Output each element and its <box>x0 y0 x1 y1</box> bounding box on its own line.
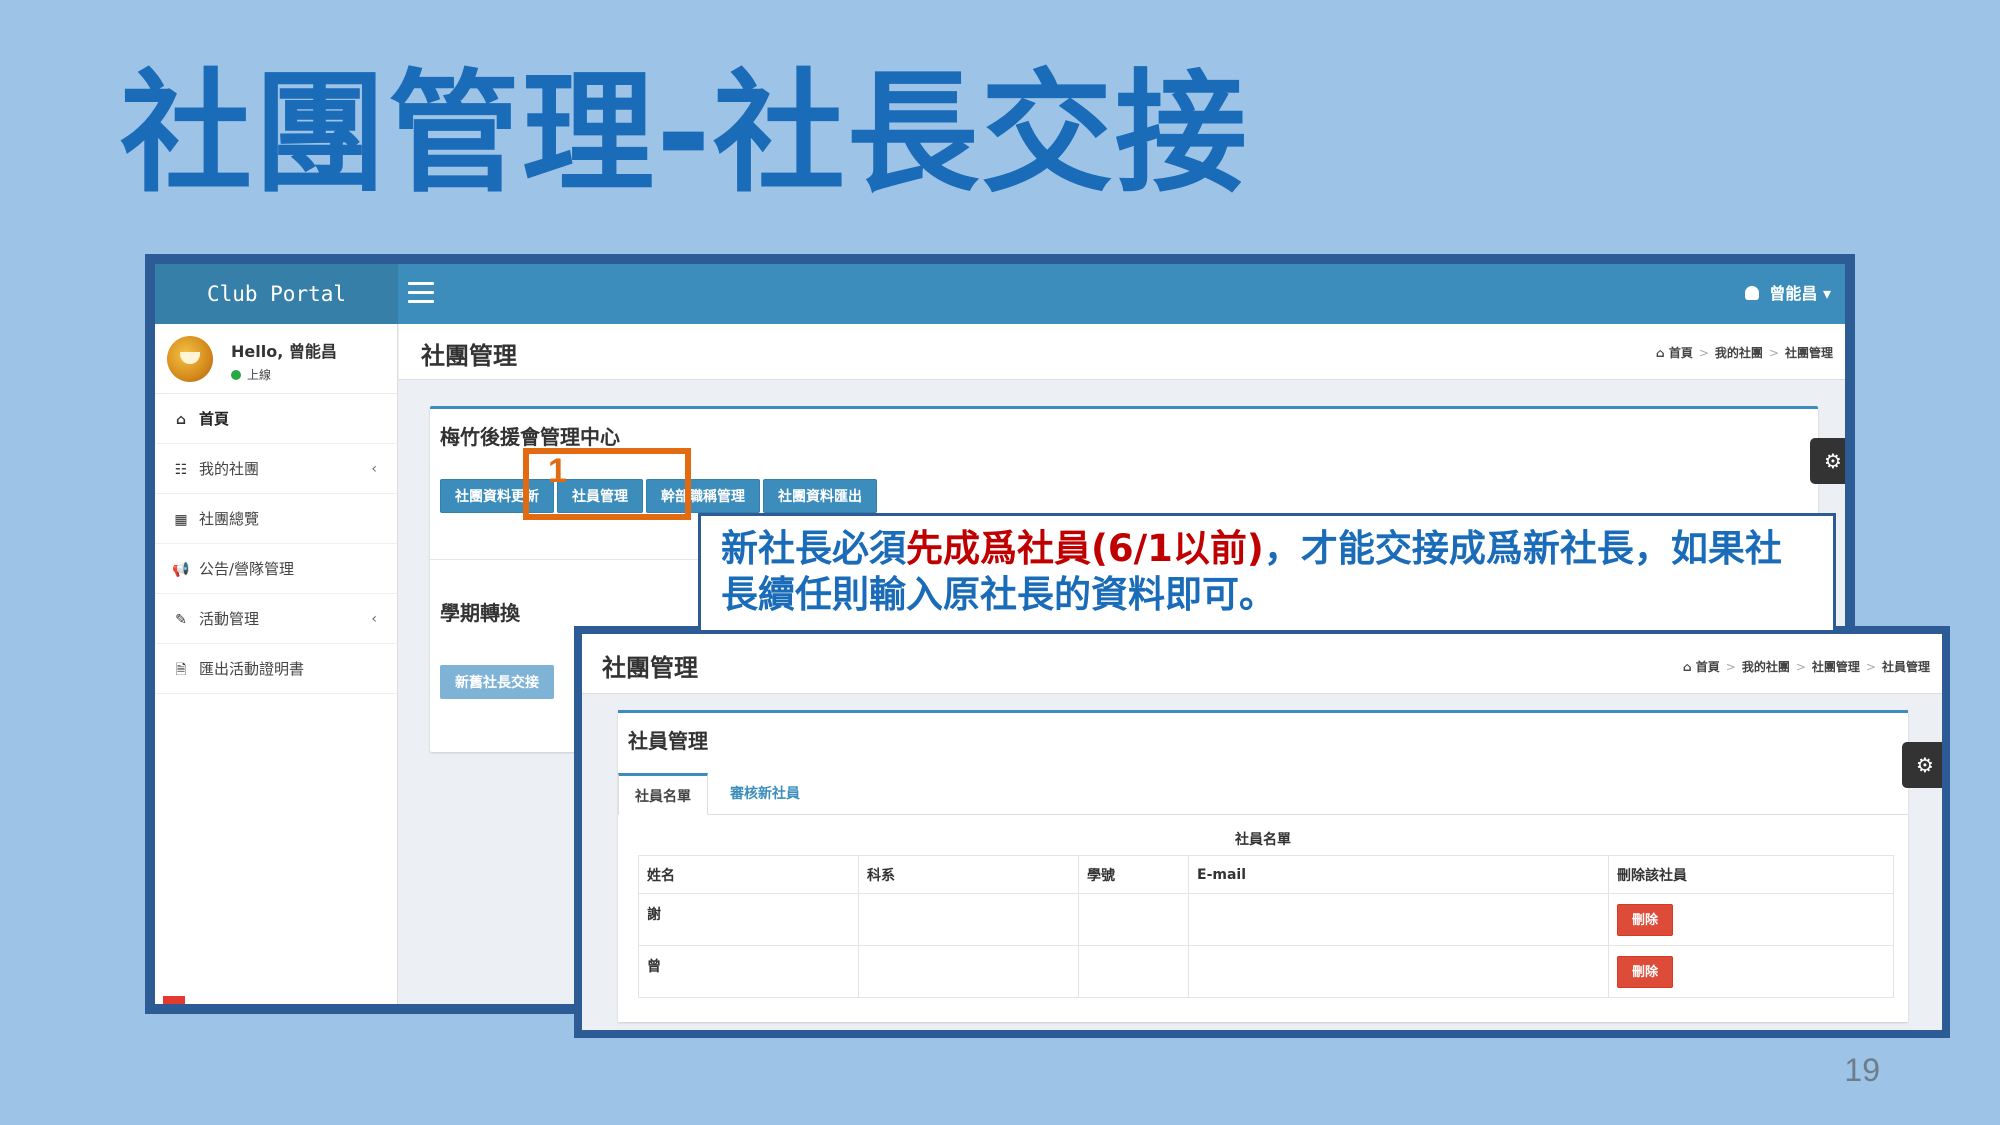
breadcrumb: ⌂ 首頁 > 我的社團 > 社團管理 <box>1656 344 1833 361</box>
delete-member-button[interactable]: 刪除 <box>1617 956 1674 988</box>
table-row: 曾 刪除 <box>638 945 1894 998</box>
caret-down-icon: ▾ <box>1822 284 1831 303</box>
sidebar-item-my-clubs[interactable]: ☷ 我的社團 ‹ <box>155 444 397 494</box>
delete-member-button[interactable]: 刪除 <box>1617 904 1674 936</box>
top-navbar: Club Portal 曾能昌 ▾ <box>155 264 1845 324</box>
online-status: 上線 <box>231 366 271 383</box>
cell-department <box>858 945 1079 998</box>
tab-member-list[interactable]: 社員名單 <box>618 773 708 815</box>
hamburger-menu-icon[interactable] <box>408 282 434 304</box>
chevron-left-icon: ‹ <box>371 461 377 477</box>
step-number: 1 <box>548 452 567 490</box>
callout-text-highlight: 先成爲社員(6/1以前) <box>906 527 1264 570</box>
cell-email <box>1188 893 1609 946</box>
callout-text-1: 新社長必須 <box>721 527 906 570</box>
sidebar-item-club-overview[interactable]: ▦ 社團總覽 <box>155 494 397 544</box>
cell-name: 謝 <box>638 893 859 946</box>
status-label: 上線 <box>247 368 272 382</box>
cell-action: 刪除 <box>1608 893 1894 946</box>
bullhorn-icon: 📢 <box>172 562 190 578</box>
cell-name: 曾 <box>638 945 859 998</box>
cell-student-id <box>1078 945 1189 998</box>
home-icon: ⌂ <box>175 412 187 428</box>
avatar <box>167 336 213 382</box>
user-icon <box>1745 286 1760 300</box>
user-panel: Hello, 曾能昌 上線 <box>155 324 397 394</box>
sidebar-item-announcements[interactable]: 📢 公告/營隊管理 <box>155 544 397 594</box>
table-header-row: 姓名 科系 學號 E-mail 刪除該社員 <box>638 855 1894 894</box>
column-email: E-mail <box>1188 855 1609 894</box>
export-club-data-button[interactable]: 社團資料匯出 <box>763 479 877 513</box>
sidebar-item-label: 社團總覽 <box>199 510 260 528</box>
table-icon: ▦ <box>174 512 188 528</box>
breadcrumb-home[interactable]: 首頁 <box>1669 346 1693 360</box>
breadcrumb-separator: > <box>1795 660 1806 674</box>
user-menu[interactable]: 曾能昌 ▾ <box>1745 264 1831 324</box>
page-title: 社團管理 <box>421 342 517 370</box>
breadcrumb-club-manage: 社團管理 <box>1784 346 1833 360</box>
online-dot-icon <box>231 370 241 380</box>
document-icon: 🗎 <box>175 662 187 678</box>
cell-email <box>1188 945 1609 998</box>
grid-icon: ☷ <box>174 462 188 478</box>
chevron-left-icon: ‹ <box>371 611 377 627</box>
portal-logo[interactable]: Club Portal <box>155 264 398 324</box>
user-menu-name: 曾能昌 <box>1769 284 1818 303</box>
column-student-id: 學號 <box>1078 855 1189 894</box>
sidebar: Hello, 曾能昌 上線 ⌂ 首頁 ☷ 我的社團 ‹ ▦ 社團總覽 📢 公告/營隊管理… <box>155 324 398 1004</box>
sidebar-item-export-certificate[interactable]: 🗎 匯出活動證明書 <box>155 644 397 694</box>
breadcrumb-club-manage[interactable]: 社團管理 <box>1812 660 1860 674</box>
sidebar-item-home[interactable]: ⌂ 首頁 <box>155 394 397 444</box>
member-box: 社員管理 社員名單 審核新社員 社員名單 姓名 科系 學號 E-mail 刪除該… <box>618 710 1908 1022</box>
cell-action: 刪除 <box>1608 945 1894 998</box>
home-icon: ⌂ <box>1656 346 1665 360</box>
breadcrumb-separator: > <box>1865 660 1876 674</box>
page-number: 19 <box>1844 1052 1880 1088</box>
cell-student-id <box>1078 893 1189 946</box>
table-row: 謝 刪除 <box>638 893 1894 946</box>
breadcrumb-my-clubs[interactable]: 我的社團 <box>1742 660 1790 674</box>
breadcrumb: ⌂ 首頁 > 我的社團 > 社團管理 > 社員管理 <box>1683 658 1930 675</box>
box-title: 梅竹後援會管理中心 <box>440 425 620 449</box>
breadcrumb-separator: > <box>1768 346 1779 360</box>
gear-icon[interactable]: ⚙ <box>1902 742 1942 788</box>
hello-text: Hello, 曾能昌 <box>231 342 337 361</box>
members-screenshot: 社團管理 ⌂ 首頁 > 我的社團 > 社團管理 > 社員管理 社員管理 社員名單 審核新社員… <box>574 626 1950 1038</box>
flag-icon <box>161 994 187 1004</box>
home-icon: ⌂ <box>1682 660 1692 674</box>
column-delete: 刪除該社員 <box>1608 855 1894 894</box>
cell-department <box>858 893 1079 946</box>
callout-note: 新社長必須先成爲社員(6/1以前)，才能交接成爲新社長，如果社長續任則輸入原社長… <box>698 513 1836 633</box>
breadcrumb-member-manage: 社員管理 <box>1881 660 1930 674</box>
tab-review-new-members[interactable]: 審核新社員 <box>714 773 816 815</box>
sidebar-item-label: 匯出活動證明書 <box>199 660 305 678</box>
page-title: 社團管理 <box>602 654 698 682</box>
breadcrumb-separator: > <box>1725 660 1736 674</box>
member-tabs: 社員名單 審核新社員 <box>618 773 1908 815</box>
sidebar-item-label: 活動管理 <box>199 610 260 628</box>
president-handover-button[interactable]: 新舊社長交接 <box>440 665 554 699</box>
edit-icon: ✎ <box>175 612 187 628</box>
column-department: 科系 <box>858 855 1079 894</box>
member-table: 姓名 科系 學號 E-mail 刪除該社員 謝 刪除 曾 刪除 <box>638 855 1894 998</box>
semester-section-title: 學期轉換 <box>440 601 520 625</box>
breadcrumb-my-clubs[interactable]: 我的社團 <box>1715 346 1763 360</box>
column-name: 姓名 <box>638 855 859 894</box>
box-title: 社員管理 <box>628 729 708 753</box>
sidebar-item-label: 首頁 <box>199 410 230 428</box>
breadcrumb-separator: > <box>1698 346 1709 360</box>
gear-icon[interactable]: ⚙ <box>1810 438 1845 484</box>
semester-buttons: 新舊社長交接 <box>440 665 557 699</box>
breadcrumb-home[interactable]: 首頁 <box>1696 660 1720 674</box>
sidebar-item-activities[interactable]: ✎ 活動管理 ‹ <box>155 594 397 644</box>
slide-title: 社團管理-社長交接 <box>120 57 1249 211</box>
table-caption: 社員名單 <box>1235 832 1291 848</box>
content-header: 社團管理 ⌂ 首頁 > 我的社團 > 社團管理 > 社員管理 <box>582 634 1942 694</box>
sidebar-item-label: 我的社團 <box>199 460 260 478</box>
sidebar-item-label: 公告/營隊管理 <box>199 560 295 578</box>
content-header: 社團管理 ⌂ 首頁 > 我的社團 > 社團管理 <box>399 324 1845 380</box>
